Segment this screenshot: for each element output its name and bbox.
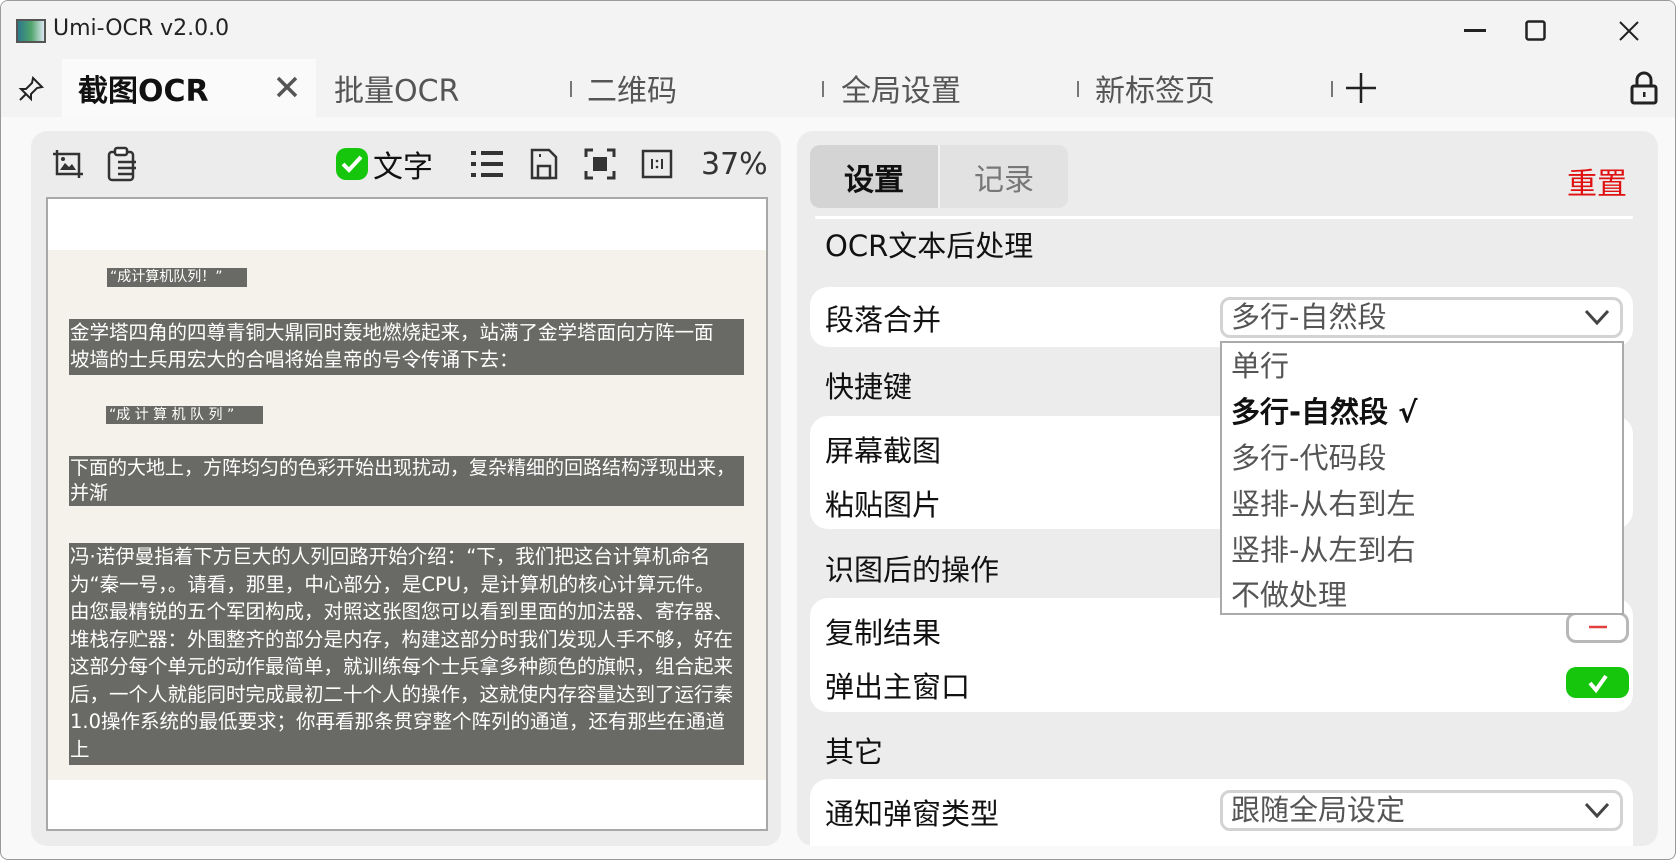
settings-card: 复制结果 弹出主窗口 xyxy=(810,598,1633,712)
copy-result-label: 复制结果 xyxy=(825,616,942,650)
ocr-text-block[interactable]: 金学塔四角的四尊青铜大鼎同时轰地燃烧起来，站满了金学塔面向方阵一面 坡墙的士兵用… xyxy=(69,319,744,375)
dropdown-option[interactable]: 竖排-从右到左 xyxy=(1231,481,1415,523)
chevron-down-icon xyxy=(1584,802,1610,819)
tab-divider xyxy=(822,81,824,97)
tab-divider xyxy=(1077,81,1079,97)
dropdown-option[interactable]: 竖排-从左到右 xyxy=(1231,527,1415,569)
ocr-text-block[interactable]: “成 计 算 机 队 列 ” xyxy=(106,406,263,424)
lock-icon[interactable] xyxy=(1629,71,1659,109)
section-heading: 识图后的操作 xyxy=(825,553,1000,587)
paragraph-merge-select[interactable]: 多行-自然段 xyxy=(1220,297,1623,338)
close-tab-icon[interactable] xyxy=(274,73,300,108)
screenshot-image: “成计算机队列！” 金学塔四角的四尊青铜大鼎同时轰地燃烧起来，站满了金学塔面向方… xyxy=(48,250,766,780)
save-button[interactable] xyxy=(529,147,559,181)
maximize-button[interactable] xyxy=(1511,11,1561,51)
paste-hotkey-label: 粘贴图片 xyxy=(825,488,942,522)
section-heading: 其它 xyxy=(825,735,884,769)
minimize-button[interactable] xyxy=(1451,11,1501,51)
paragraph-merge-dropdown: 单行 多行-自然段 √ 多行-代码段 竖排-从右到左 竖排-从左到右 不做处理 xyxy=(1220,341,1624,615)
select-value: 多行-自然段 xyxy=(1231,300,1387,334)
checkbox-checked-icon xyxy=(336,148,368,180)
zoom-level: 37% xyxy=(701,146,768,182)
chevron-down-icon xyxy=(1584,309,1610,326)
tab-batch-ocr[interactable]: 批量OCR xyxy=(334,59,459,117)
tab-new-tab[interactable]: 新标签页 xyxy=(1095,59,1215,117)
screenshot-button[interactable] xyxy=(51,147,85,181)
copy-result-toggle[interactable] xyxy=(1566,612,1629,643)
notification-type-select[interactable]: 跟随全局设定 xyxy=(1220,790,1623,831)
image-preview[interactable]: “成计算机队列！” 金学塔四角的四尊青铜大鼎同时轰地燃烧起来，站满了金学塔面向方… xyxy=(46,197,768,831)
app-window: Umi-OCR v2.0.0 截图OCR 批量OCR 二维码 全局设置 新标签页… xyxy=(0,0,1676,860)
settings-card: 段落合并 多行-自然段 xyxy=(810,287,1633,347)
window-title: Umi-OCR v2.0.0 xyxy=(53,16,230,41)
select-value: 跟随全局设定 xyxy=(1231,793,1406,827)
dropdown-option[interactable]: 单行 xyxy=(1231,343,1289,385)
text-toggle-label: 文字 xyxy=(373,150,433,185)
paste-image-button[interactable] xyxy=(106,146,140,182)
settings-card: 通知弹窗类型 跟随全局设定 xyxy=(810,779,1633,846)
dropdown-option-selected[interactable]: 多行-自然段 √ xyxy=(1231,389,1417,431)
dropdown-option[interactable]: 不做处理 xyxy=(1231,572,1347,614)
ocr-text-block[interactable]: “成计算机队列！” xyxy=(107,268,247,287)
ocr-text-block[interactable]: 冯·诺伊曼指着下方巨大的人列回路开始介绍：“下，我们把这台计算机命名 为“秦一号… xyxy=(69,543,744,765)
tab-settings[interactable]: 设置 xyxy=(810,145,940,208)
fit-screen-button[interactable] xyxy=(584,147,616,181)
tab-divider xyxy=(1331,81,1333,97)
add-tab-button[interactable] xyxy=(1344,71,1378,109)
pin-icon[interactable] xyxy=(17,75,45,107)
reset-button[interactable]: 重置 xyxy=(1567,159,1627,203)
paragraph-merge-label: 段落合并 xyxy=(825,303,942,337)
show-main-window-label: 弹出主窗口 xyxy=(825,670,971,704)
dropdown-option[interactable]: 多行-代码段 xyxy=(1231,435,1386,477)
tab-qrcode[interactable]: 二维码 xyxy=(587,59,677,117)
tab-label: 截图OCR xyxy=(78,74,209,109)
text-overlay-toggle[interactable]: 文字 xyxy=(335,147,433,185)
app-logo-icon xyxy=(16,19,46,43)
tab-screenshot-ocr[interactable]: 截图OCR xyxy=(62,59,316,117)
tab-bar: 截图OCR 批量OCR 二维码 全局设置 新标签页 xyxy=(1,59,1675,117)
list-view-button[interactable] xyxy=(469,147,505,181)
divider xyxy=(815,216,1633,219)
section-heading: OCR文本后处理 xyxy=(825,229,1034,263)
settings-tab-switch: 设置 记录 xyxy=(810,145,1068,208)
title-bar: Umi-OCR v2.0.0 xyxy=(1,1,1675,59)
ocr-text-block[interactable]: 下面的大地上，方阵均匀的色彩开始出现扰动，复杂精细的回路结构浮现出来，并渐 渐充… xyxy=(69,456,744,506)
tab-history[interactable]: 记录 xyxy=(940,145,1068,208)
screenshot-hotkey-label: 屏幕截图 xyxy=(825,434,942,468)
actual-size-button[interactable] xyxy=(641,147,673,181)
checkmark-icon xyxy=(1588,674,1608,694)
unchecked-dash-icon xyxy=(1589,625,1607,629)
close-window-button[interactable] xyxy=(1604,11,1654,51)
show-main-window-toggle[interactable] xyxy=(1566,667,1629,698)
tab-divider xyxy=(570,81,572,97)
notification-type-label: 通知弹窗类型 xyxy=(825,797,1000,831)
tab-global-settings[interactable]: 全局设置 xyxy=(841,59,961,117)
section-heading: 快捷键 xyxy=(825,370,913,404)
